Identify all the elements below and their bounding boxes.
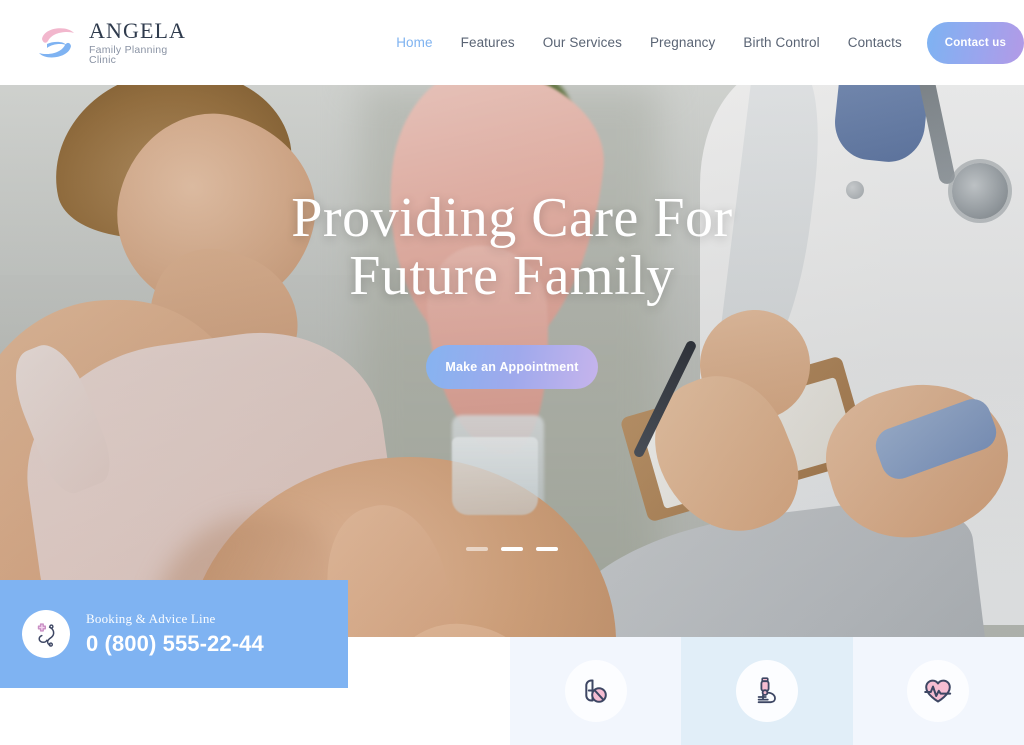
- slider-dot-2[interactable]: [501, 547, 523, 551]
- logo-subtitle: Family Planning Clinic: [89, 43, 168, 66]
- hands-crescent-logo-icon: [33, 22, 80, 64]
- heart-pulse-icon: [907, 660, 970, 722]
- microscope-icon: [735, 660, 798, 722]
- booking-phone-number: 0 (800) 555-22-44: [86, 631, 264, 656]
- service-card-lab[interactable]: [681, 637, 853, 745]
- service-cards: [510, 637, 1024, 745]
- logo-text: ANGELA Family Planning Clinic: [89, 17, 193, 66]
- booking-label: Booking & Advice Line: [86, 611, 216, 626]
- hero-section: Providing Care For Future Family Make an…: [0, 85, 1024, 637]
- nav-item-our-services[interactable]: Our Services: [543, 35, 622, 50]
- landing-page: ANGELA Family Planning Clinic Home Featu…: [0, 0, 1024, 745]
- hero-content: Providing Care For Future Family Make an…: [0, 85, 1024, 637]
- logo-title: ANGELA: [89, 17, 187, 43]
- contact-us-button[interactable]: Contact us: [926, 21, 1024, 64]
- nav-item-contacts[interactable]: Contacts: [848, 35, 902, 50]
- slider-dot-3[interactable]: [536, 547, 558, 551]
- white-spacer-lower: [0, 688, 348, 745]
- slider-dot-1[interactable]: [466, 547, 488, 551]
- phone-medical-cross-icon: [22, 610, 70, 658]
- make-an-appointment-button[interactable]: Make an Appointment: [426, 345, 598, 390]
- booking-advice-bar[interactable]: Booking & Advice Line 0 (800) 555-22-44: [0, 580, 348, 688]
- booking-text: Booking & Advice Line 0 (800) 555-22-44: [86, 611, 264, 657]
- nav-item-home[interactable]: Home: [396, 35, 432, 50]
- hero-title-line-2: Future Family: [349, 244, 675, 307]
- hero-title-line-1: Providing Care For: [291, 187, 733, 249]
- logo[interactable]: ANGELA Family Planning Clinic: [33, 17, 193, 66]
- service-card-pills[interactable]: [510, 637, 682, 745]
- nav-item-pregnancy[interactable]: Pregnancy: [650, 35, 715, 50]
- nav-item-features[interactable]: Features: [461, 35, 515, 50]
- main-navigation: Home Features Our Services Pregnancy Bir…: [396, 35, 902, 50]
- hero-slider-pagination: [0, 547, 1024, 551]
- hero-title: Providing Care For Future Family: [291, 187, 733, 307]
- white-spacer: [348, 637, 510, 745]
- nav-item-birth-control[interactable]: Birth Control: [743, 35, 819, 50]
- service-card-cardiology[interactable]: [852, 637, 1024, 745]
- pills-capsule-icon: [564, 660, 627, 722]
- site-header: ANGELA Family Planning Clinic Home Featu…: [0, 0, 1024, 85]
